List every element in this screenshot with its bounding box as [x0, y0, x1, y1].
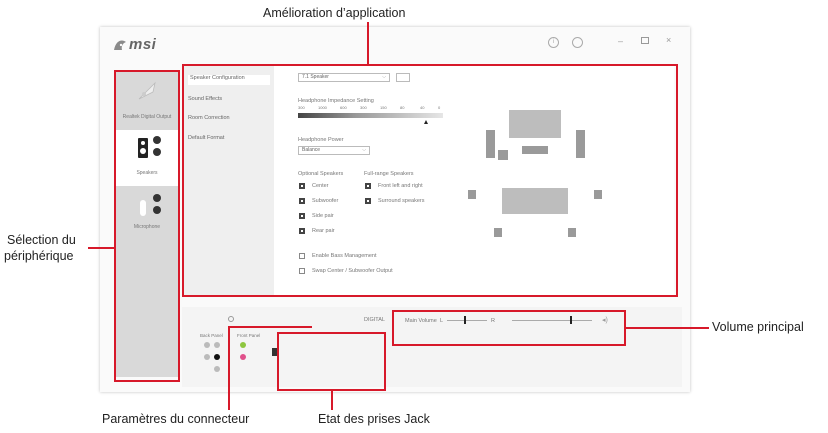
minimize-icon[interactable]: – [618, 36, 623, 46]
title-bar: msi i – × [100, 27, 690, 63]
callout-device-selection-1: Sélection du [7, 233, 76, 247]
settings-icon[interactable] [572, 37, 583, 48]
back-panel-label: Back Panel [200, 333, 223, 338]
callout-app-enhancement: Amélioration d’application [263, 6, 406, 20]
jack-grey-2[interactable] [214, 342, 220, 348]
digital-toggle-icon[interactable] [228, 316, 234, 322]
jack-grey-1[interactable] [204, 342, 210, 348]
digital-label: DIGITAL [364, 317, 385, 323]
logo-text: msi [129, 36, 157, 53]
callout-jack-status: Etat des prises Jack [318, 412, 430, 426]
callout-connector-settings: Paramètres du connecteur [102, 412, 250, 426]
close-icon[interactable]: × [666, 35, 671, 45]
app-enhancement-box [182, 64, 678, 297]
device-selection-box [114, 70, 180, 382]
msi-logo: msi [112, 36, 172, 53]
jack-grey-3[interactable] [204, 354, 210, 360]
info-icon[interactable]: i [548, 37, 559, 48]
main-volume-line [625, 327, 709, 329]
connector-line-h [228, 326, 312, 328]
jack-green[interactable] [240, 342, 246, 348]
callout-device-selection-2: périphérique [4, 249, 74, 263]
app-enhancement-line [367, 22, 369, 65]
maximize-icon[interactable] [641, 37, 649, 44]
jack-pink[interactable] [240, 354, 246, 360]
main-volume-box [392, 310, 626, 346]
callout-main-volume: Volume principal [712, 320, 804, 334]
device-selection-line-h [88, 247, 114, 249]
jack-black[interactable] [214, 354, 220, 360]
jack-status-box [277, 332, 386, 391]
jack-status-line [331, 390, 333, 410]
jack-grey-4[interactable] [214, 366, 220, 372]
front-panel-label: Front Panel [237, 333, 261, 338]
connector-line-v [228, 326, 230, 410]
